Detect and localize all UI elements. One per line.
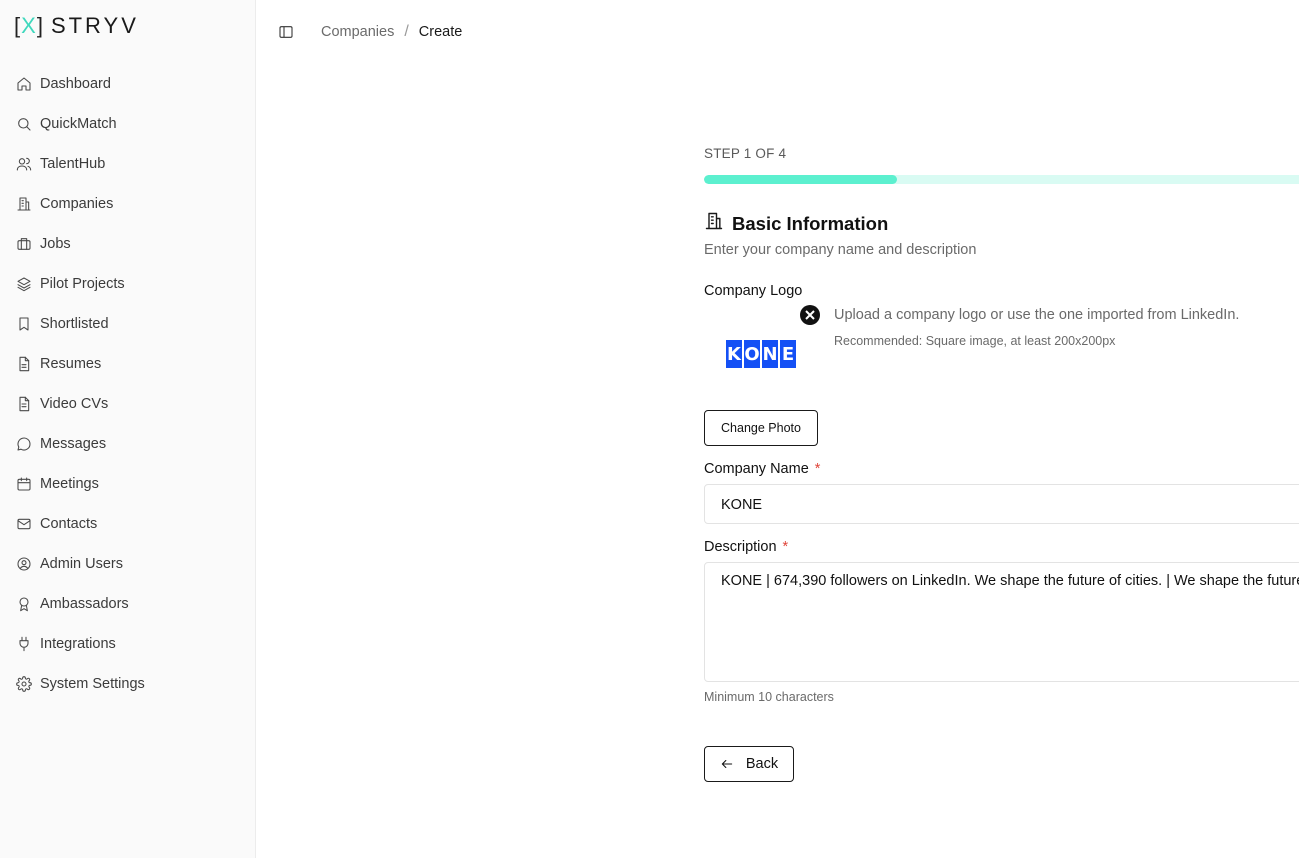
change-photo-button[interactable]: Change Photo	[704, 410, 818, 446]
sidebar-item-jobs[interactable]: Jobs	[0, 224, 256, 264]
award-icon	[16, 596, 32, 612]
kone-logo-letter: N	[762, 340, 778, 368]
user-circle-icon	[16, 556, 32, 572]
description-textarea[interactable]: KONE | 674,390 followers on LinkedIn. We…	[704, 562, 1299, 682]
sidebar-item-label: Dashboard	[40, 76, 111, 92]
file-icon	[16, 356, 32, 372]
breadcrumb-companies-link[interactable]: Companies	[321, 24, 394, 40]
brand-logo[interactable]: [ X ] STRYV	[14, 13, 139, 38]
sidebar-item-label: Integrations	[40, 636, 116, 652]
home-icon	[16, 76, 32, 92]
company-name-label: Company Name *	[704, 461, 820, 477]
sidebar-item-talenthub[interactable]: TalentHub	[0, 144, 256, 184]
sidebar-item-resumes[interactable]: Resumes	[0, 344, 256, 384]
sidebar-item-label: Contacts	[40, 516, 98, 532]
sidebar-item-label: TalentHub	[40, 156, 106, 172]
remove-logo-button[interactable]	[800, 305, 820, 325]
sidebar-item-dashboard[interactable]: Dashboard	[0, 64, 256, 104]
sidebar-item-label: Shortlisted	[40, 316, 109, 332]
company-logo-label: Company Logo	[704, 283, 803, 299]
sidebar-item-label: Admin Users	[40, 556, 123, 572]
sidebar-item-contacts[interactable]: Contacts	[0, 504, 256, 544]
building-icon	[16, 196, 32, 212]
sidebar-item-label: Pilot Projects	[40, 276, 125, 292]
sidebar-item-messages[interactable]: Messages	[0, 424, 256, 464]
file-text-icon	[16, 396, 32, 412]
sidebar-item-shortlisted[interactable]: Shortlisted	[0, 304, 256, 344]
breadcrumb-separator: /	[404, 23, 409, 40]
progress-bar-fill	[704, 175, 898, 184]
sidebar-item-label: Video CVs	[40, 396, 109, 412]
step-indicator: STEP 1 OF 4	[704, 146, 787, 161]
sidebar-item-label: QuickMatch	[40, 116, 117, 132]
company-name-label-text: Company Name	[704, 461, 809, 477]
description-label-text: Description	[704, 539, 777, 555]
sidebar-item-quickmatch[interactable]: QuickMatch	[0, 104, 256, 144]
calendar-icon	[16, 476, 32, 492]
building-icon	[704, 211, 724, 236]
layers-icon	[16, 276, 32, 292]
sidebar-item-ambassadors[interactable]: Ambassadors	[0, 584, 256, 624]
gear-icon	[16, 676, 32, 692]
sidebar-item-label: Meetings	[40, 476, 99, 492]
breadcrumb-current: Create	[418, 24, 463, 40]
sidebar: [ X ] STRYV Dashboard QuickMatch TalentH…	[0, 0, 256, 858]
section-subtitle: Enter your company name and description	[704, 242, 977, 258]
sidebar-item-pilot-projects[interactable]: Pilot Projects	[0, 264, 256, 304]
sidebar-item-label: Ambassadors	[40, 596, 129, 612]
arrow-left-icon	[721, 759, 733, 769]
sidebar-item-label: Messages	[40, 436, 107, 452]
progress-bar	[704, 175, 1299, 184]
required-marker: *	[782, 539, 789, 555]
sidebar-item-system-settings[interactable]: System Settings	[0, 664, 256, 704]
bookmark-icon	[16, 316, 32, 332]
sidebar-item-video-cvs[interactable]: Video CVs	[0, 384, 256, 424]
message-circle-icon	[16, 436, 32, 452]
back-button[interactable]: Back	[704, 746, 794, 782]
plug-icon	[16, 636, 32, 652]
sidebar-item-companies[interactable]: Companies	[0, 184, 256, 224]
breadcrumb: Companies / Create	[321, 23, 462, 41]
briefcase-icon	[16, 236, 32, 252]
sidebar-nav: Dashboard QuickMatch TalentHub Companies…	[0, 64, 256, 704]
upload-hint: Upload a company logo or use the one imp…	[834, 307, 1240, 323]
description-hint: Minimum 10 characters	[704, 690, 834, 704]
sidebar-item-label: Jobs	[40, 236, 71, 252]
kone-logo-letter: K	[726, 340, 742, 368]
sidebar-item-meetings[interactable]: Meetings	[0, 464, 256, 504]
required-marker: *	[814, 461, 821, 477]
back-button-label: Back	[745, 756, 779, 772]
brand-mark: [ X ]	[14, 13, 43, 38]
sidebar-item-label: Resumes	[40, 356, 102, 372]
create-company-form: STEP 1 OF 4 Basic Information Enter your…	[704, 0, 1299, 858]
kone-logo: K O N E	[726, 340, 796, 368]
close-icon	[805, 310, 815, 320]
company-name-input[interactable]: KONE	[704, 484, 1299, 524]
brand-name: STRYV	[50, 13, 139, 38]
description-label: Description *	[704, 539, 788, 555]
kone-logo-letter: E	[780, 340, 796, 368]
users-icon	[16, 156, 32, 172]
upload-recommendation: Recommended: Square image, at least 200x…	[834, 334, 1116, 348]
section-title-text: Basic Information	[732, 212, 889, 234]
sidebar-item-label: Companies	[40, 196, 114, 212]
sidebar-item-integrations[interactable]: Integrations	[0, 624, 256, 664]
section-title: Basic Information	[704, 211, 888, 236]
kone-logo-letter: O	[744, 340, 760, 368]
company-logo-preview: K O N E	[704, 305, 820, 401]
sidebar-item-label: System Settings	[40, 676, 145, 692]
sidebar-item-admin-users[interactable]: Admin Users	[0, 544, 256, 584]
sidebar-toggle-icon[interactable]	[278, 24, 294, 40]
search-icon	[16, 116, 32, 132]
mail-icon	[16, 516, 32, 532]
